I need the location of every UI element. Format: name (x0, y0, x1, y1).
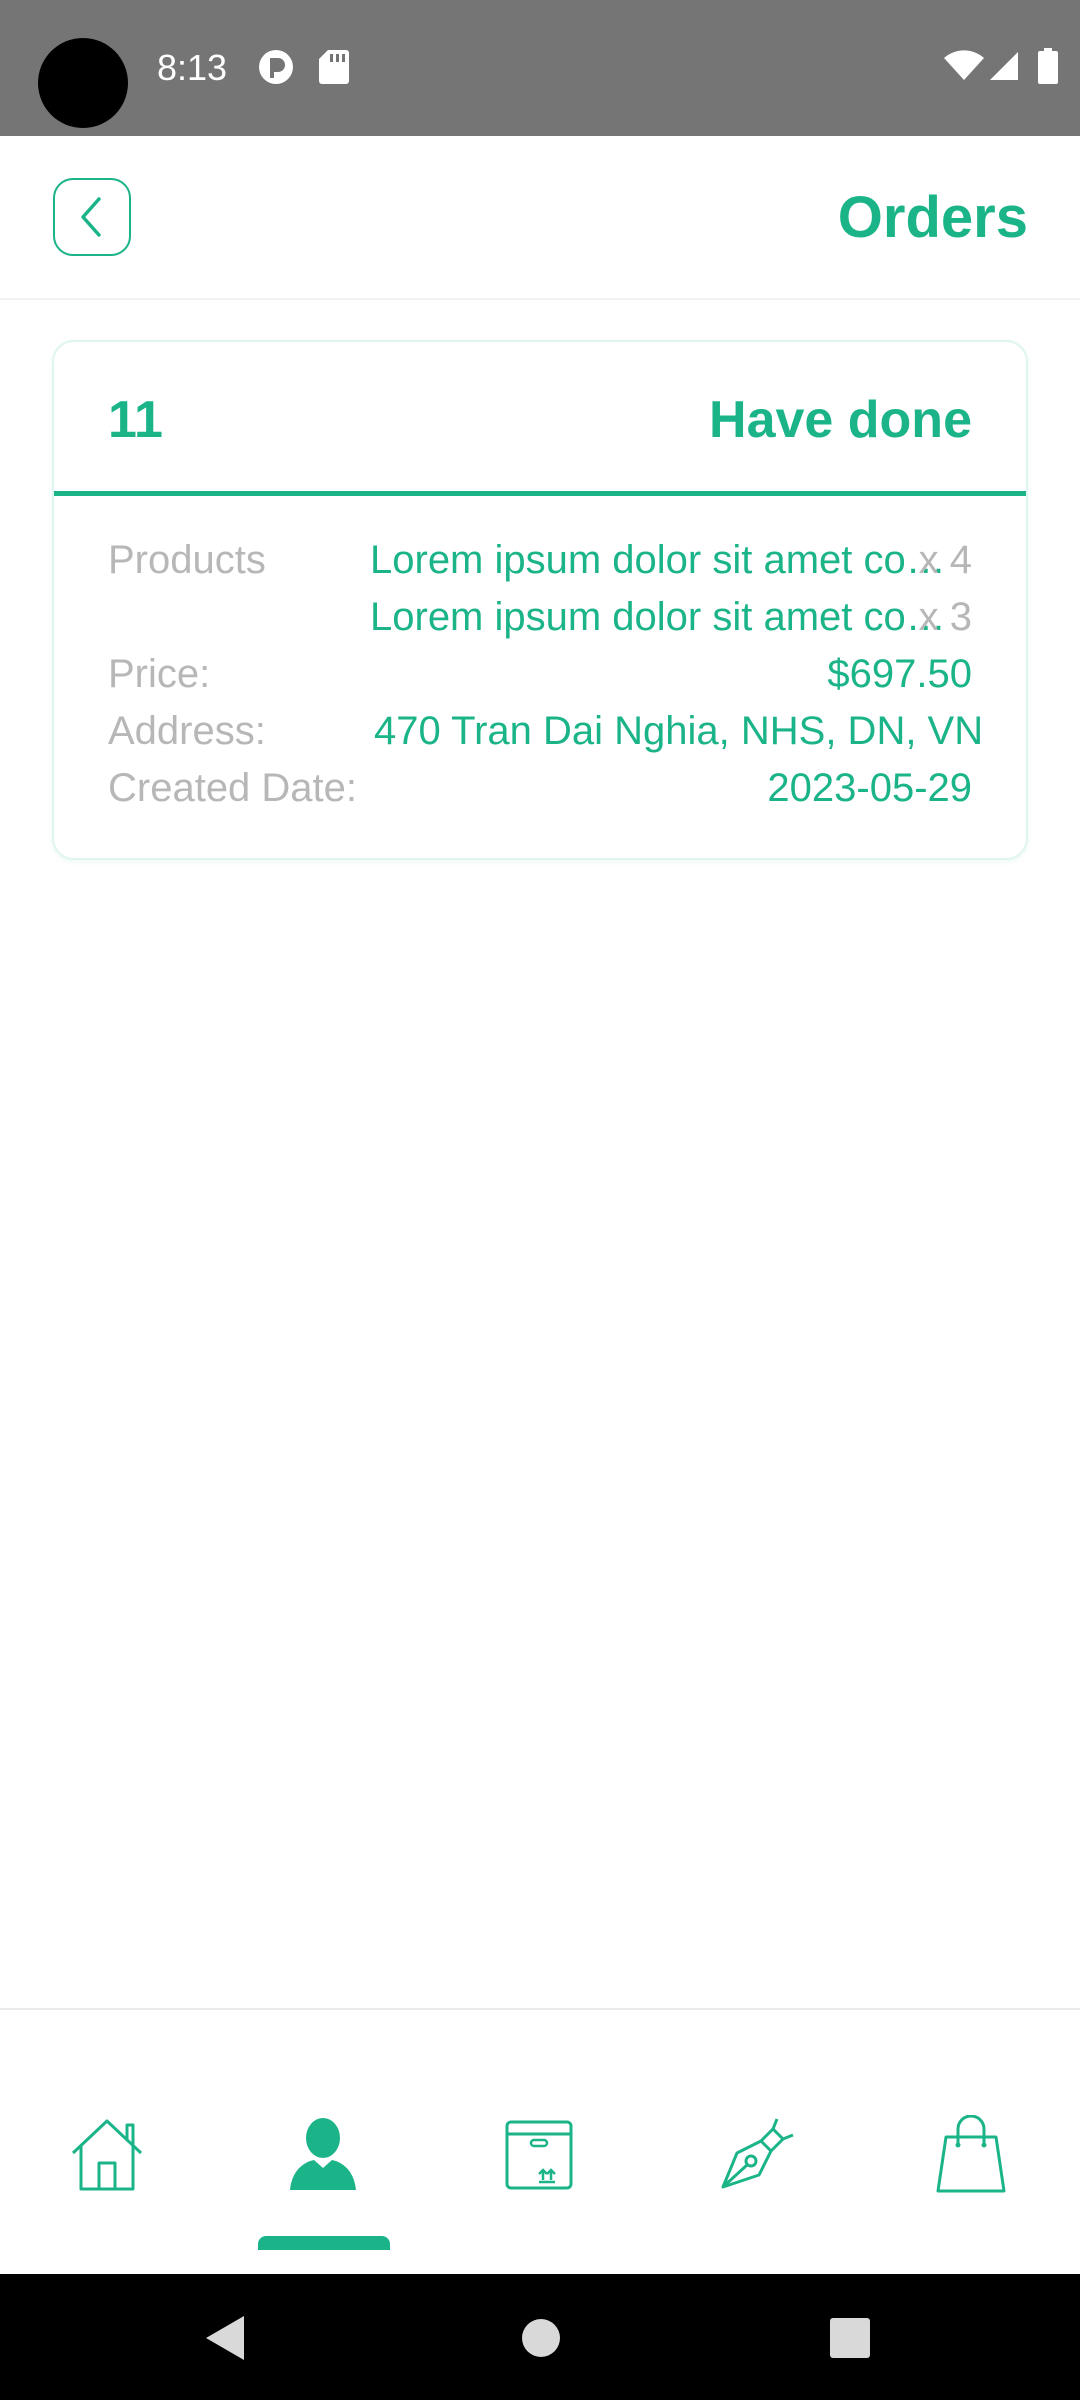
pen-icon (721, 2118, 794, 2189)
product-quantity: x 4 (918, 538, 972, 582)
address-row: Address: 470 Tran Dai Nghia, NHS, DN, VN (108, 703, 983, 760)
order-card-body: Products Lorem ipsum dolor sit amet co… … (108, 532, 983, 817)
back-triangle-icon[interactable] (204, 2314, 246, 2367)
product-row: Lorem ipsum dolor sit amet co… x 3 (108, 589, 972, 646)
sd-card-icon (318, 48, 350, 91)
home-circle-icon[interactable] (520, 2314, 562, 2367)
box-icon (505, 2120, 573, 2190)
home-icon (71, 2119, 143, 2191)
back-button[interactable] (53, 178, 131, 256)
bottom-navigation (0, 2008, 1080, 2274)
nav-cart[interactable] (926, 2110, 1016, 2200)
address-label: Address: (108, 709, 266, 753)
app-bar: Orders (0, 136, 1080, 300)
data-saver-icon (257, 48, 295, 91)
status-time: 8:13 (157, 47, 228, 88)
camera-cutout (38, 38, 128, 128)
price-row: Price: $697.50 (108, 646, 972, 703)
created-date-label: Created Date: (108, 766, 358, 810)
cellular-signal-icon (988, 50, 1020, 87)
active-tab-indicator (258, 2236, 390, 2250)
order-status: Have done (709, 391, 972, 449)
nav-home[interactable] (62, 2110, 152, 2200)
nav-orders[interactable] (494, 2110, 584, 2200)
battery-icon (1038, 48, 1058, 89)
shopping-bag-icon (936, 2115, 1006, 2193)
address-value: 470 Tran Dai Nghia, NHS, DN, VN (374, 709, 984, 753)
system-navigation-bar (0, 2274, 1080, 2400)
product-quantity: x 3 (918, 595, 972, 639)
order-card-header: 11 Have done (54, 342, 1026, 496)
product-row: Products Lorem ipsum dolor sit amet co… … (108, 532, 972, 589)
product-name: Lorem ipsum dolor sit amet co… (370, 538, 946, 582)
chevron-left-icon (81, 197, 101, 237)
wifi-icon (944, 50, 984, 87)
status-bar: 8:13 (0, 0, 1080, 136)
page-title: Orders (837, 185, 1028, 250)
products-label: Products (108, 538, 266, 582)
nav-profile[interactable] (278, 2110, 368, 2200)
order-card[interactable]: 11 Have done Products Lorem ipsum dolor … (52, 340, 1028, 860)
recents-square-icon[interactable] (830, 2314, 872, 2367)
nav-blog[interactable] (710, 2110, 800, 2200)
price-value: $697.50 (827, 652, 972, 696)
order-id: 11 (108, 391, 163, 449)
created-date-value: 2023-05-29 (767, 766, 972, 810)
created-date-row: Created Date: 2023-05-29 (108, 760, 972, 817)
product-name: Lorem ipsum dolor sit amet co… (370, 595, 946, 639)
user-icon (290, 2118, 356, 2190)
price-label: Price: (108, 652, 211, 696)
